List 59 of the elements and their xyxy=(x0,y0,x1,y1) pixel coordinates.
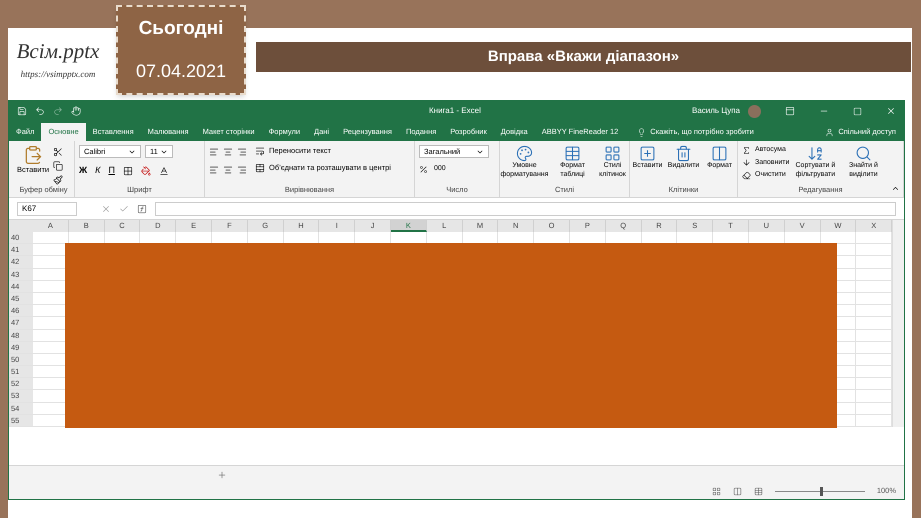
logo-url: https://vsimpptx.com xyxy=(20,68,96,81)
palette-icon xyxy=(516,145,533,162)
avatar xyxy=(748,104,761,118)
columns-icon xyxy=(711,145,728,162)
user-name: Василь Цупа xyxy=(692,105,740,117)
merge-cells-icon xyxy=(255,162,265,173)
logo-title: Всім.pptx xyxy=(16,38,100,65)
add-sheet-icon xyxy=(217,470,227,480)
italic-button[interactable]: К xyxy=(95,164,100,178)
close-icon xyxy=(886,106,896,116)
paste-icon xyxy=(23,145,44,165)
zoom-thumb[interactable] xyxy=(820,486,823,496)
borders-icon xyxy=(122,166,133,176)
sum-icon xyxy=(742,146,751,155)
redo-icon xyxy=(53,106,63,116)
align-right-icon xyxy=(237,165,247,175)
align-left-icon xyxy=(209,147,219,157)
slide-title: Вправа «Вкажи діапазон» xyxy=(488,46,680,67)
page-layout-icon xyxy=(732,486,742,496)
insert-cells-icon xyxy=(639,145,656,162)
fill-down-icon xyxy=(742,158,751,168)
formula-input[interactable] xyxy=(155,202,896,216)
align-left-icon xyxy=(209,165,219,175)
maximize-icon xyxy=(853,106,862,116)
underline-button[interactable]: П xyxy=(108,164,115,178)
save-icon xyxy=(17,106,27,116)
search-icon xyxy=(854,145,872,162)
eraser-icon xyxy=(742,170,751,180)
lightbulb-icon xyxy=(637,128,646,136)
undo-icon xyxy=(35,106,45,116)
fill-color-icon xyxy=(140,166,151,176)
function-icon xyxy=(137,204,147,214)
table-icon xyxy=(564,145,581,162)
name-box[interactable]: K67 xyxy=(17,202,77,216)
trash-icon xyxy=(675,145,692,162)
cancel-icon xyxy=(101,204,111,214)
wrap-text-icon xyxy=(255,146,265,156)
window-title: Книга1 - Excel xyxy=(429,105,481,117)
grid-icon xyxy=(604,145,621,162)
bold-button[interactable]: Ж xyxy=(79,164,88,178)
enter-icon xyxy=(119,204,129,214)
collapse-ribbon-icon xyxy=(891,184,900,193)
font-color-icon xyxy=(158,166,169,176)
hand-icon xyxy=(71,106,81,116)
align-right-icon xyxy=(237,147,247,157)
format-painter-icon xyxy=(53,175,64,185)
user-icon xyxy=(825,128,834,136)
percent-icon xyxy=(419,164,428,174)
ribbon-display-icon xyxy=(785,106,795,116)
page-break-icon xyxy=(754,486,763,496)
vertical-scrollbar[interactable] xyxy=(892,220,904,427)
align-center-icon xyxy=(223,147,233,157)
normal-view-icon xyxy=(712,486,721,496)
sort-filter-icon xyxy=(806,145,824,162)
date-label: Сьогодні xyxy=(138,16,224,41)
align-center-icon xyxy=(223,165,233,175)
copy-icon xyxy=(53,161,64,171)
cut-icon xyxy=(53,147,64,157)
date-text: 07.04.2021 xyxy=(136,60,226,84)
